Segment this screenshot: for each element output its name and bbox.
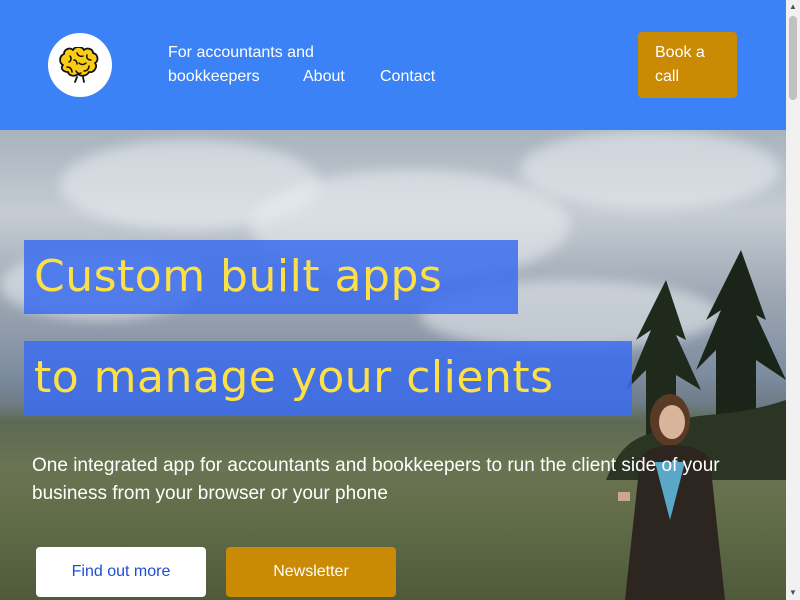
nav-link-contact[interactable]: Contact	[380, 65, 435, 89]
site-header: For accountants and bookkeepers About Co…	[0, 0, 786, 130]
logo[interactable]	[48, 33, 112, 97]
find-out-more-button[interactable]: Find out more	[36, 547, 206, 597]
hero-headline-line2: to manage your clients	[24, 341, 632, 415]
scroll-down-arrow-icon[interactable]: ▼	[786, 586, 800, 600]
brain-icon	[59, 47, 99, 83]
scroll-up-arrow-icon[interactable]: ▲	[786, 0, 800, 14]
hero-headline-line1: Custom built apps	[24, 240, 518, 314]
vertical-scrollbar[interactable]: ▲ ▼	[786, 0, 800, 600]
hero-subtitle: One integrated app for accountants and b…	[32, 455, 720, 504]
scrollbar-thumb[interactable]	[789, 16, 797, 100]
nav-link-about[interactable]: About	[303, 65, 345, 89]
newsletter-button[interactable]: Newsletter	[226, 547, 396, 597]
book-call-button[interactable]: Book a call	[638, 32, 737, 98]
hero-section: Custom built apps to manage your clients…	[0, 130, 786, 600]
